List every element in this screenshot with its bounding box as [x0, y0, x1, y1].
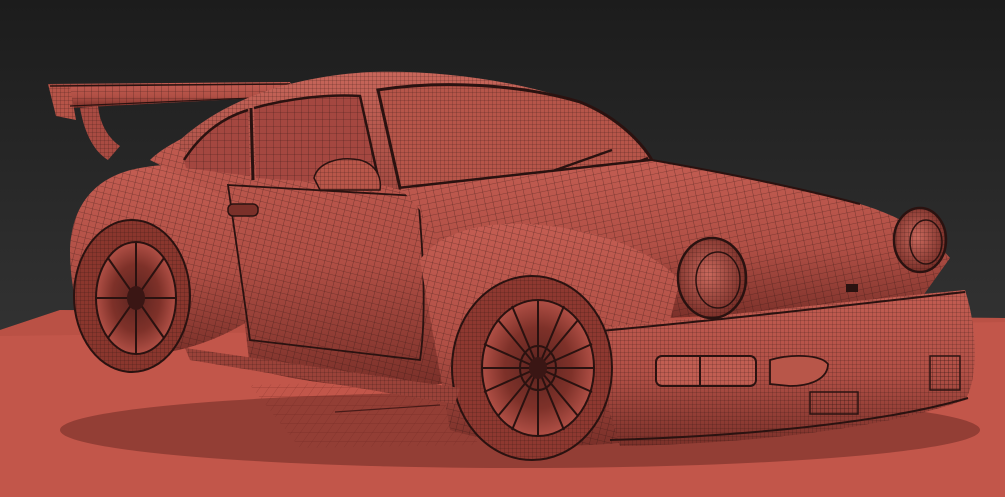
3d-viewport[interactable] — [0, 0, 1005, 497]
rear-wheel — [73, 219, 191, 373]
door-handle — [227, 203, 259, 217]
front-wheel — [451, 275, 613, 461]
viewport-canvas[interactable] — [0, 0, 1005, 497]
